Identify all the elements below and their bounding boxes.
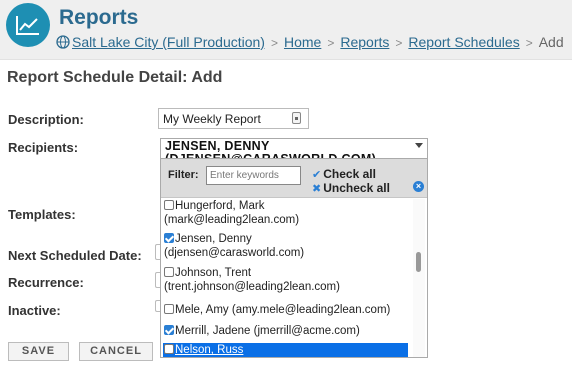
check-icon: ✔: [312, 169, 322, 181]
list-scrollbar[interactable]: [413, 199, 425, 357]
check-all-label: Check all: [323, 167, 376, 181]
list-item[interactable]: Jensen, Denny (djensen@carasworld.com): [164, 232, 411, 260]
list-item[interactable]: Merrill, Jadene (jmerrill@acme.com): [164, 324, 411, 338]
checkbox[interactable]: [164, 304, 174, 314]
list-item[interactable]: Johnson, Trent (trent.johnson@leading2le…: [164, 266, 411, 294]
cancel-button[interactable]: CANCEL: [79, 342, 153, 361]
checkbox[interactable]: [164, 344, 174, 354]
recipients-list: Hungerford, Mark (mark@leading2lean.com)…: [161, 199, 427, 357]
checkbox[interactable]: [164, 267, 174, 277]
app-logo[interactable]: [6, 3, 50, 47]
templates-label: Templates:: [8, 207, 76, 222]
field-info-icon[interactable]: [292, 112, 301, 124]
recurrence-label: Recurrence:: [8, 275, 84, 290]
inactive-label: Inactive:: [8, 303, 61, 318]
description-input[interactable]: [158, 108, 309, 129]
save-button[interactable]: SAVE: [8, 342, 69, 361]
checkbox-checked[interactable]: [164, 233, 174, 243]
app-title: Reports: [59, 6, 139, 29]
checkbox-checked[interactable]: [164, 325, 174, 335]
breadcrumb: Salt Lake City (Full Production) > Home > Re…: [56, 34, 564, 50]
recipients-label: Recipients:: [8, 140, 79, 155]
checkbox[interactable]: [164, 200, 174, 210]
breadcrumb-report-schedules-link[interactable]: Report Schedules: [408, 34, 519, 50]
breadcrumb-separator: >: [270, 36, 278, 50]
x-icon: ✖: [312, 183, 322, 195]
breadcrumb-separator: >: [327, 36, 335, 50]
list-item[interactable]: Mele, Amy (amy.mele@leading2lean.com): [164, 303, 411, 317]
uncheck-all-label: Uncheck all: [323, 181, 390, 195]
breadcrumb-separator: >: [525, 36, 533, 50]
uncheck-all-link[interactable]: ✖ Uncheck all: [312, 181, 390, 195]
list-item[interactable]: Hungerford, Mark (mark@leading2lean.com): [164, 199, 411, 227]
filter-label: Filter:: [168, 169, 199, 181]
globe-icon: [56, 35, 70, 49]
breadcrumb-current: Add: [538, 34, 564, 50]
page-title: Report Schedule Detail: Add: [7, 69, 223, 86]
breadcrumb-separator: >: [395, 36, 403, 50]
list-item-highlighted[interactable]: Nelson, Russ: [163, 343, 408, 357]
filter-input[interactable]: [206, 166, 301, 185]
check-all-link[interactable]: ✔ Check all: [312, 167, 376, 181]
page-header: Reports Salt Lake City (Full Production)…: [0, 0, 572, 60]
breadcrumb-reports-link[interactable]: Reports: [340, 34, 389, 50]
multiselect-header: Filter: ✔Check all ✖Uncheck all ×: [161, 159, 427, 198]
chevron-down-icon[interactable]: [415, 143, 423, 148]
breadcrumb-home-link[interactable]: Home: [284, 34, 321, 50]
next-scheduled-date-label: Next Scheduled Date:: [8, 248, 142, 263]
close-icon[interactable]: ×: [413, 181, 424, 192]
chart-line-icon: [16, 16, 39, 35]
breadcrumb-site-link[interactable]: Salt Lake City (Full Production): [72, 34, 265, 50]
scrollbar-thumb[interactable]: [416, 252, 421, 272]
recipients-dropdown-menu: Filter: ✔Check all ✖Uncheck all × Hunger…: [160, 158, 428, 358]
description-label: Description:: [8, 112, 84, 127]
